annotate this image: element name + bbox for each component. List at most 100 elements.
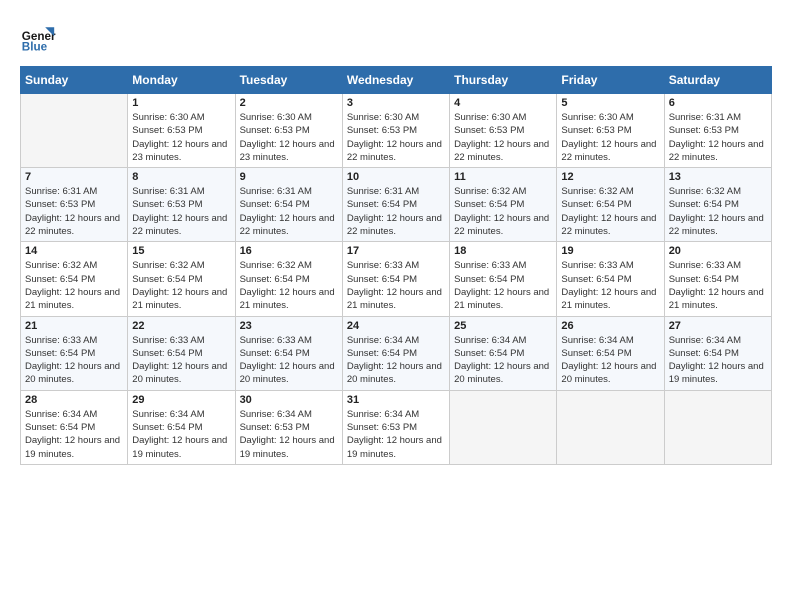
day-number: 23 xyxy=(240,320,338,332)
sunrise-label: Sunrise: 6:33 AM xyxy=(561,260,633,271)
day-info: Sunrise: 6:34 AMSunset: 6:54 PMDaylight:… xyxy=(132,408,230,461)
sunrise-label: Sunrise: 6:33 AM xyxy=(25,335,97,346)
calendar-day-cell: 8Sunrise: 6:31 AMSunset: 6:53 PMDaylight… xyxy=(128,168,235,242)
day-info: Sunrise: 6:31 AMSunset: 6:54 PMDaylight:… xyxy=(347,185,445,238)
day-number: 15 xyxy=(132,245,230,257)
daylight-label: Daylight: 12 hours and 23 minutes. xyxy=(132,139,227,163)
daylight-label: Daylight: 12 hours and 20 minutes. xyxy=(25,361,120,385)
daylight-label: Daylight: 12 hours and 20 minutes. xyxy=(347,361,442,385)
sunrise-label: Sunrise: 6:32 AM xyxy=(669,186,741,197)
day-number: 5 xyxy=(561,97,659,109)
sunrise-label: Sunrise: 6:32 AM xyxy=(454,186,526,197)
sunset-label: Sunset: 6:53 PM xyxy=(347,125,417,136)
day-number: 28 xyxy=(25,394,123,406)
calendar-day-cell: 10Sunrise: 6:31 AMSunset: 6:54 PMDayligh… xyxy=(342,168,449,242)
day-number: 2 xyxy=(240,97,338,109)
calendar-week-row: 7Sunrise: 6:31 AMSunset: 6:53 PMDaylight… xyxy=(21,168,772,242)
day-info: Sunrise: 6:32 AMSunset: 6:54 PMDaylight:… xyxy=(25,259,123,312)
daylight-label: Daylight: 12 hours and 22 minutes. xyxy=(132,213,227,237)
sunset-label: Sunset: 6:54 PM xyxy=(454,274,524,285)
sunrise-label: Sunrise: 6:34 AM xyxy=(240,409,312,420)
calendar-day-cell: 18Sunrise: 6:33 AMSunset: 6:54 PMDayligh… xyxy=(450,242,557,316)
daylight-label: Daylight: 12 hours and 21 minutes. xyxy=(25,287,120,311)
sunrise-label: Sunrise: 6:33 AM xyxy=(132,335,204,346)
sunset-label: Sunset: 6:54 PM xyxy=(454,348,524,359)
sunrise-label: Sunrise: 6:30 AM xyxy=(347,112,419,123)
calendar-day-cell xyxy=(450,390,557,464)
sunset-label: Sunset: 6:54 PM xyxy=(561,274,631,285)
day-number: 6 xyxy=(669,97,767,109)
calendar-week-row: 28Sunrise: 6:34 AMSunset: 6:54 PMDayligh… xyxy=(21,390,772,464)
sunset-label: Sunset: 6:54 PM xyxy=(25,348,95,359)
calendar-day-cell: 20Sunrise: 6:33 AMSunset: 6:54 PMDayligh… xyxy=(664,242,771,316)
day-number: 31 xyxy=(347,394,445,406)
day-info: Sunrise: 6:33 AM Sunset: 6:54 PM Daylight:… xyxy=(25,334,123,387)
day-number: 29 xyxy=(132,394,230,406)
day-number: 13 xyxy=(669,171,767,183)
svg-text:Blue: Blue xyxy=(22,41,48,54)
daylight-label: Daylight: 12 hours and 21 minutes. xyxy=(454,287,549,311)
weekday-header-cell: Friday xyxy=(557,67,664,94)
calendar-day-cell: 31Sunrise: 6:34 AMSunset: 6:53 PMDayligh… xyxy=(342,390,449,464)
day-info: Sunrise: 6:34 AMSunset: 6:54 PMDaylight:… xyxy=(561,334,659,387)
sunset-label: Sunset: 6:54 PM xyxy=(240,348,310,359)
sunrise-label: Sunrise: 6:31 AM xyxy=(132,186,204,197)
sunset-label: Sunset: 6:53 PM xyxy=(132,199,202,210)
day-info: Sunrise: 6:30 AMSunset: 6:53 PMDaylight:… xyxy=(132,111,230,164)
weekday-header-cell: Tuesday xyxy=(235,67,342,94)
day-number: 17 xyxy=(347,245,445,257)
calendar-day-cell: 14Sunrise: 6:32 AMSunset: 6:54 PMDayligh… xyxy=(21,242,128,316)
calendar-day-cell: 3 Sunrise: 6:30 AM Sunset: 6:53 PM Daylight… xyxy=(342,94,449,168)
calendar-day-cell: 13 Sunrise: 6:32 AM Sunset: 6:54 PM Dayligh… xyxy=(664,168,771,242)
sunrise-label: Sunrise: 6:34 AM xyxy=(561,335,633,346)
sunset-label: Sunset: 6:54 PM xyxy=(669,199,739,210)
calendar-day-cell: 26 Sunrise: 6:34 AMSunset: 6:54 PMDayligh… xyxy=(557,316,664,390)
sunset-label: Sunset: 6:54 PM xyxy=(25,422,95,433)
day-number: 21 xyxy=(25,320,123,332)
calendar-day-cell: 21 Sunrise: 6:33 AM Sunset: 6:54 PM Dayligh… xyxy=(21,316,128,390)
daylight-label: Daylight: 12 hours and 22 minutes. xyxy=(669,213,764,237)
daylight-label: Daylight: 12 hours and 19 minutes. xyxy=(132,435,227,459)
sunset-label: Sunset: 6:54 PM xyxy=(132,274,202,285)
day-info: Sunrise: 6:33 AMSunset: 6:54 PMDaylight:… xyxy=(454,259,552,312)
day-info: Sunrise: 6:32 AM Sunset: 6:54 PM Daylight:… xyxy=(132,259,230,312)
daylight-label: Daylight: 12 hours and 23 minutes. xyxy=(240,139,335,163)
day-info: Sunrise: 6:31 AMSunset: 6:53 PMDaylight:… xyxy=(669,111,767,164)
sunrise-label: Sunrise: 6:34 AM xyxy=(454,335,526,346)
sunset-label: Sunset: 6:54 PM xyxy=(25,274,95,285)
weekday-header-cell: Sunday xyxy=(21,67,128,94)
daylight-label: Daylight: 12 hours and 22 minutes. xyxy=(25,213,120,237)
daylight-label: Daylight: 12 hours and 21 minutes. xyxy=(132,287,227,311)
sunset-label: Sunset: 6:54 PM xyxy=(132,422,202,433)
weekday-header-cell: Saturday xyxy=(664,67,771,94)
calendar-day-cell: 29 Sunrise: 6:34 AMSunset: 6:54 PMDayligh… xyxy=(128,390,235,464)
calendar-day-cell: 23 Sunrise: 6:33 AMSunset: 6:54 PMDayligh… xyxy=(235,316,342,390)
daylight-label: Daylight: 12 hours and 21 minutes. xyxy=(347,287,442,311)
sunrise-label: Sunrise: 6:33 AM xyxy=(347,260,419,271)
day-number: 27 xyxy=(669,320,767,332)
calendar-day-cell: 6 Sunrise: 6:31 AMSunset: 6:53 PMDaylight… xyxy=(664,94,771,168)
day-number: 3 xyxy=(347,97,445,109)
daylight-label: Daylight: 12 hours and 22 minutes. xyxy=(669,139,764,163)
day-info: Sunrise: 6:33 AMSunset: 6:54 PMDaylight:… xyxy=(240,334,338,387)
day-info: Sunrise: 6:30 AM Sunset: 6:53 PM Daylight:… xyxy=(347,111,445,164)
daylight-label: Daylight: 12 hours and 21 minutes. xyxy=(561,287,656,311)
day-info: Sunrise: 6:33 AMSunset: 6:54 PMDaylight:… xyxy=(132,334,230,387)
day-number: 11 xyxy=(454,171,552,183)
sunset-label: Sunset: 6:53 PM xyxy=(240,422,310,433)
calendar-day-cell: 17Sunrise: 6:33 AMSunset: 6:54 PMDayligh… xyxy=(342,242,449,316)
daylight-label: Daylight: 12 hours and 19 minutes. xyxy=(347,435,442,459)
sunrise-label: Sunrise: 6:32 AM xyxy=(561,186,633,197)
calendar-day-cell xyxy=(557,390,664,464)
calendar-week-row: 21 Sunrise: 6:33 AM Sunset: 6:54 PM Dayligh… xyxy=(21,316,772,390)
logo-icon: General Blue xyxy=(20,20,56,56)
sunset-label: Sunset: 6:54 PM xyxy=(669,348,739,359)
daylight-label: Daylight: 12 hours and 22 minutes. xyxy=(347,139,442,163)
sunset-label: Sunset: 6:54 PM xyxy=(240,199,310,210)
calendar-day-cell: 4Sunrise: 6:30 AMSunset: 6:53 PMDaylight… xyxy=(450,94,557,168)
sunrise-label: Sunrise: 6:32 AM xyxy=(132,260,204,271)
daylight-label: Daylight: 12 hours and 20 minutes. xyxy=(132,361,227,385)
day-number: 26 xyxy=(561,320,659,332)
sunset-label: Sunset: 6:53 PM xyxy=(561,125,631,136)
weekday-header-cell: Monday xyxy=(128,67,235,94)
